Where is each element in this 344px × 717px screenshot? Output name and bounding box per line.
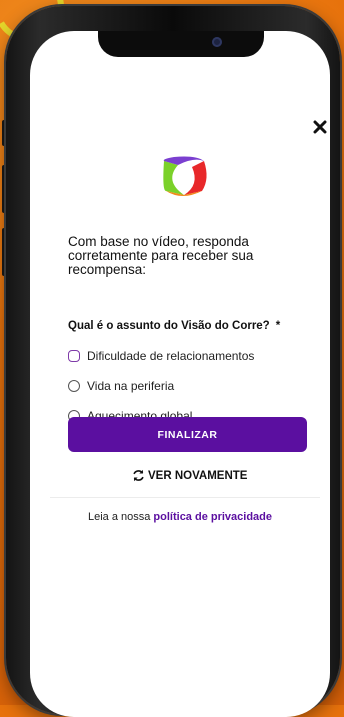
intro-text: Com base no vídeo, responda corretamente… (68, 234, 254, 277)
question-text: Qual é o assunto do Visão do Corre? (68, 320, 270, 332)
close-button[interactable] (308, 115, 330, 139)
close-icon (313, 120, 327, 134)
submit-button[interactable]: FINALIZAR (68, 417, 307, 452)
phone-frame: Com base no vídeo, responda corretamente… (6, 6, 340, 717)
privacy-prefix: Leia a nossa (87, 511, 151, 523)
privacy-policy-link[interactable]: política de privacidade (153, 511, 272, 523)
option-dificuldade[interactable]: Dificuldade de relacionamentos (68, 349, 254, 363)
radio-button[interactable] (68, 350, 80, 362)
divider (50, 497, 320, 498)
rewatch-label: VER NOVAMENTE (148, 469, 248, 482)
camera-icon (212, 37, 222, 47)
refresh-icon (133, 469, 144, 482)
option-vida-periferia[interactable]: Vida na periferia (68, 379, 174, 393)
question-label: Qual é o assunto do Visão do Corre? * (68, 320, 280, 332)
brand-logo (163, 156, 207, 196)
radio-button[interactable] (68, 380, 80, 392)
phone-screen: Com base no vídeo, responda corretamente… (30, 31, 330, 717)
required-mark: * (275, 320, 281, 332)
option-label: Vida na periferia (87, 379, 175, 393)
phone-notch (98, 31, 264, 57)
option-label: Dificuldade de relacionamentos (87, 349, 255, 363)
rewatch-button[interactable]: VER NOVAMENTE (132, 469, 247, 482)
privacy-footer: Leia a nossa política de privacidade (30, 511, 330, 523)
